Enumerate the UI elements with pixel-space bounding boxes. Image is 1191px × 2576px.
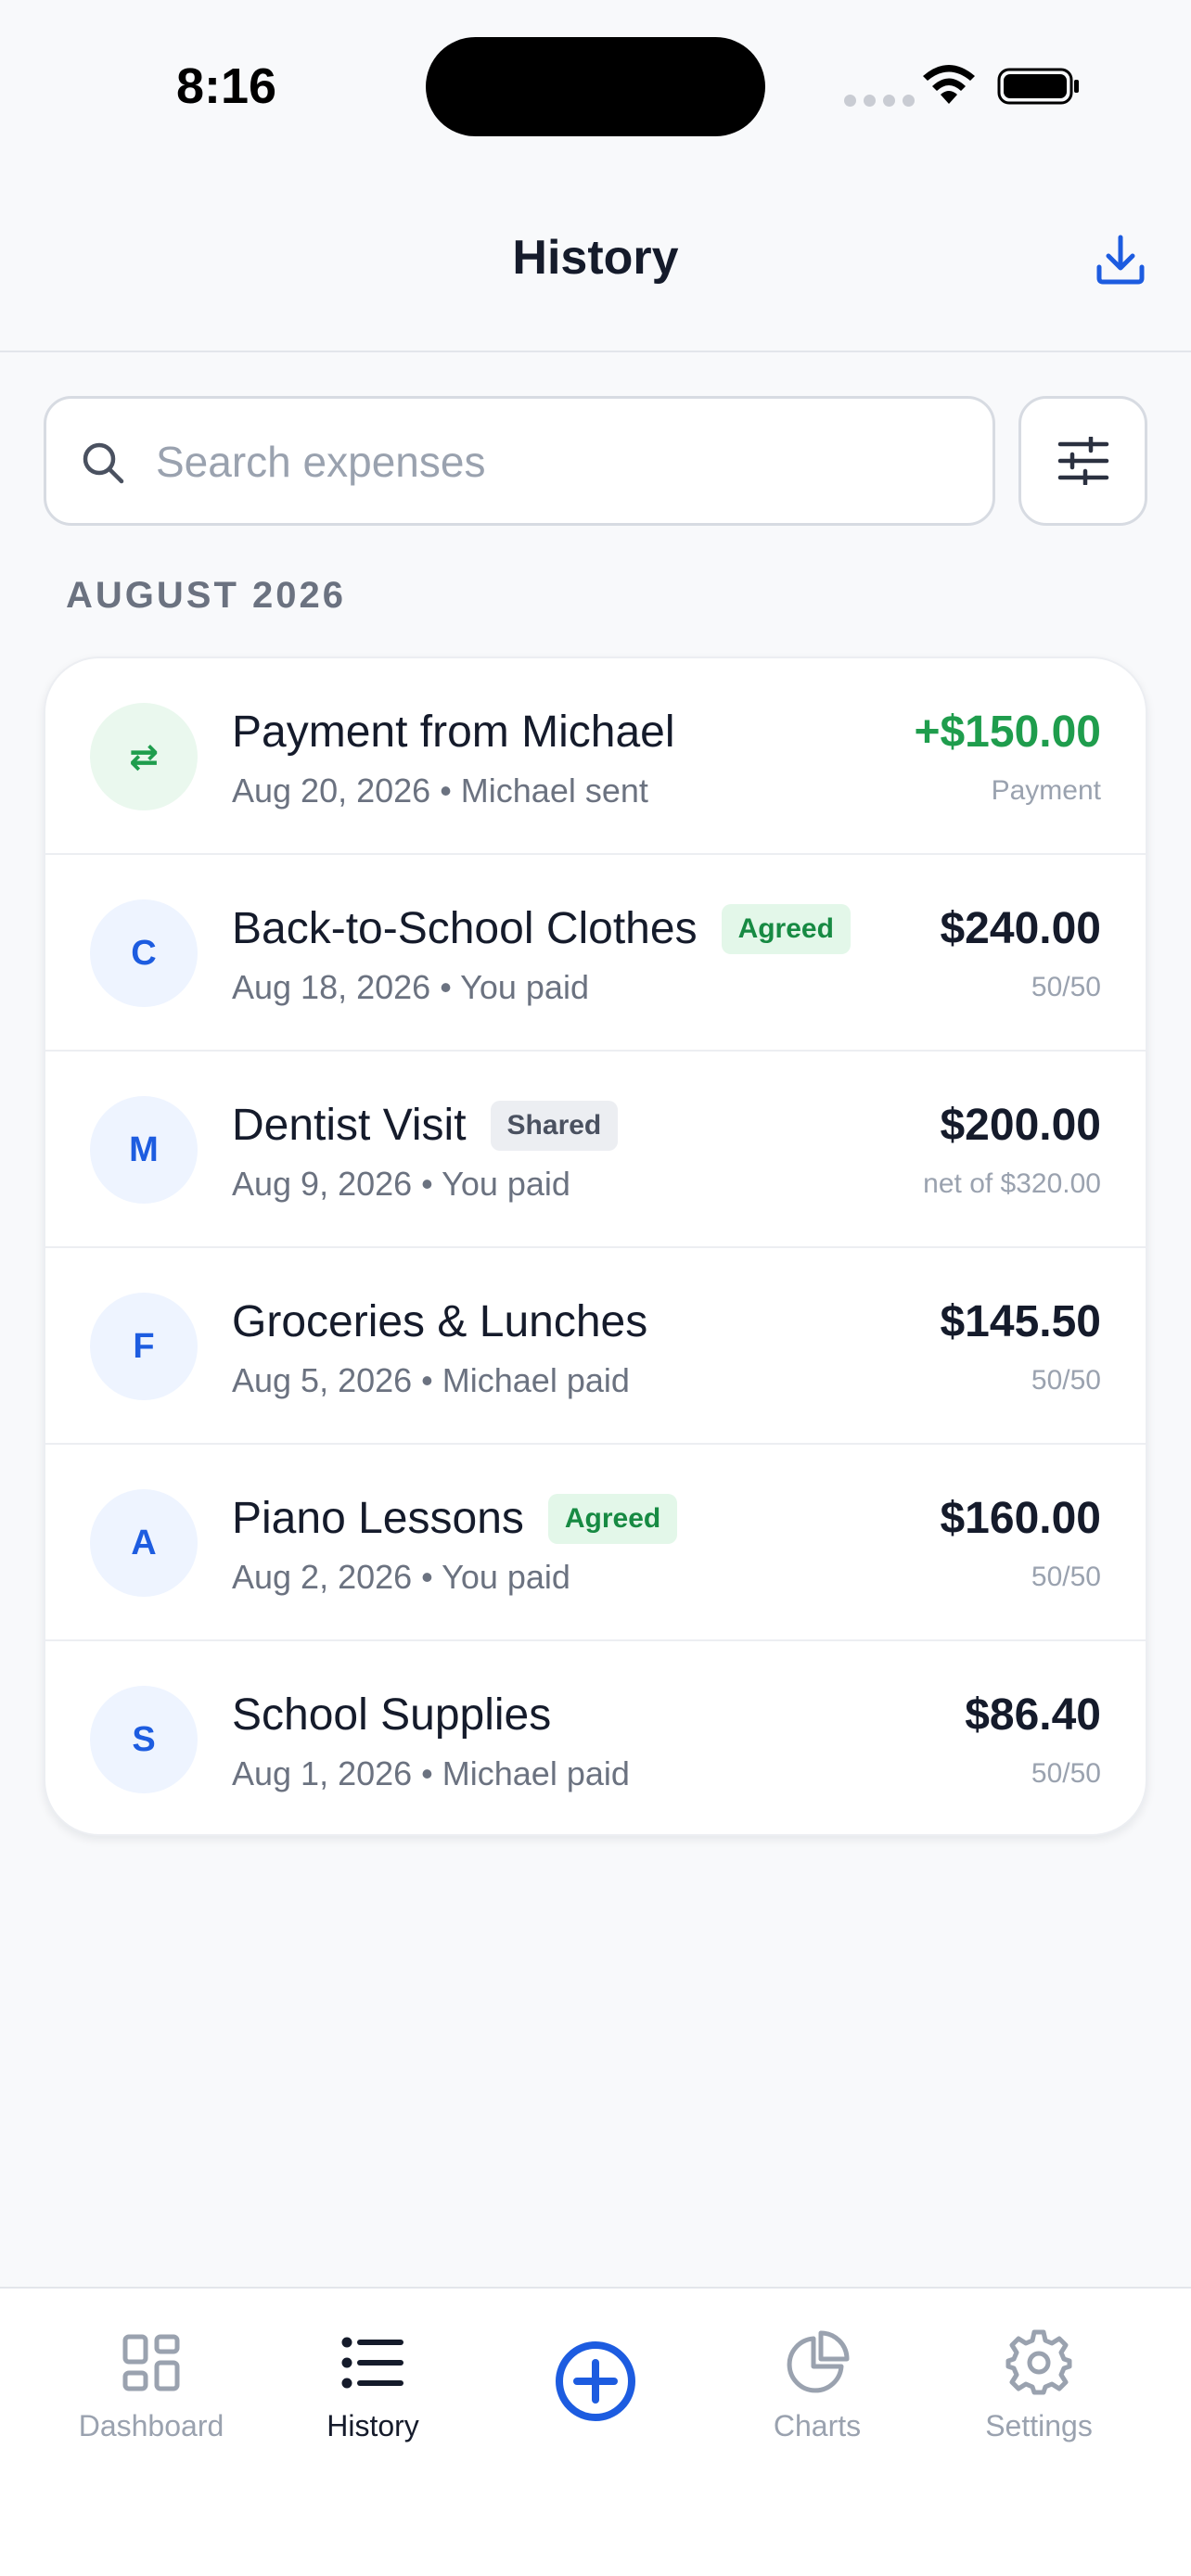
item-title: Back-to-School Clothes <box>232 904 698 953</box>
item-amount: $240.00 <box>940 904 1101 953</box>
month-section-header: AUGUST 2026 <box>66 575 346 616</box>
list-item[interactable]: M Dentist Visit Shared Aug 9, 2026 • You… <box>45 1052 1146 1248</box>
status-badge: Agreed <box>721 903 851 954</box>
item-amount: $160.00 <box>940 1494 1101 1543</box>
item-subtitle: Aug 18, 2026 • You paid <box>232 968 589 1006</box>
tab-label: Settings <box>985 2409 1093 2442</box>
item-amount: $145.50 <box>940 1297 1101 1346</box>
tab-label: Charts <box>773 2409 862 2442</box>
sliders-icon <box>1057 437 1108 485</box>
battery-icon <box>997 68 1079 105</box>
item-amount: $200.00 <box>940 1101 1101 1150</box>
status-bar: 8:16 <box>0 0 1191 176</box>
search-icon <box>83 442 124 484</box>
item-title: Piano Lessons <box>232 1494 524 1543</box>
pie-chart-icon <box>787 2330 850 2393</box>
search-bar[interactable] <box>44 396 995 526</box>
list-item[interactable]: C Back-to-School Clothes Agreed Aug 18, … <box>45 855 1146 1052</box>
item-split-note: net of $320.00 <box>923 1168 1101 1199</box>
item-split-note: 50/50 <box>1031 1562 1101 1592</box>
list-item[interactable]: S School Supplies Aug 1, 2026 • Michael … <box>45 1641 1146 1834</box>
cellular-signal-icon <box>844 95 915 107</box>
avatar: S <box>90 1686 198 1793</box>
item-amount: $86.40 <box>965 1690 1101 1740</box>
item-split-note: 50/50 <box>1031 1758 1101 1789</box>
item-split-note: 50/50 <box>1031 972 1101 1002</box>
tab-history[interactable]: History <box>271 2329 475 2450</box>
item-title: Groceries & Lunches <box>232 1297 648 1346</box>
item-subtitle: Aug 20, 2026 • Michael sent <box>232 772 648 810</box>
list-icon <box>341 2337 403 2389</box>
tab-label: Dashboard <box>78 2409 224 2442</box>
status-badge: Shared <box>490 1100 619 1151</box>
item-amount: +$150.00 <box>914 708 1101 757</box>
tab-settings[interactable]: Settings <box>937 2329 1141 2450</box>
item-subtitle: Aug 5, 2026 • Michael paid <box>232 1361 630 1399</box>
item-subtitle: Aug 1, 2026 • Michael paid <box>232 1754 630 1792</box>
grid-icon <box>122 2334 180 2391</box>
download-icon[interactable] <box>1093 232 1148 287</box>
list-item[interactable]: ⇄ Payment from Michael Aug 20, 2026 • Mi… <box>45 658 1146 855</box>
wifi-icon <box>923 65 975 104</box>
gear-icon <box>1005 2329 1072 2395</box>
item-title: Payment from Michael <box>232 708 675 757</box>
item-subtitle: Aug 9, 2026 • You paid <box>232 1165 570 1203</box>
dynamic-island <box>426 37 765 136</box>
tab-label: History <box>327 2409 419 2442</box>
status-time: 8:16 <box>176 58 277 114</box>
filter-button[interactable] <box>1018 396 1147 526</box>
list-item[interactable]: F Groceries & Lunches Aug 5, 2026 • Mich… <box>45 1248 1146 1445</box>
transfer-icon: ⇄ <box>90 703 198 810</box>
tab-charts[interactable]: Charts <box>715 2329 919 2450</box>
search-input[interactable] <box>156 427 954 497</box>
item-split-note: Payment <box>991 775 1101 806</box>
transactions-list: ⇄ Payment from Michael Aug 20, 2026 • Mi… <box>44 657 1147 1836</box>
item-title: School Supplies <box>232 1690 552 1740</box>
page-title: History <box>512 231 679 285</box>
tab-bar: Dashboard History Charts Settings <box>0 2287 1191 2576</box>
avatar: F <box>90 1293 198 1400</box>
add-circle-icon[interactable] <box>554 2340 637 2423</box>
tab-dashboard[interactable]: Dashboard <box>49 2329 253 2450</box>
list-item[interactable]: A Piano Lessons Agreed Aug 2, 2026 • You… <box>45 1445 1146 1641</box>
avatar: M <box>90 1096 198 1204</box>
nav-header: History <box>0 176 1191 352</box>
item-title: Dentist Visit <box>232 1101 467 1150</box>
avatar: A <box>90 1489 198 1597</box>
item-split-note: 50/50 <box>1031 1365 1101 1396</box>
avatar: C <box>90 899 198 1007</box>
item-subtitle: Aug 2, 2026 • You paid <box>232 1558 570 1596</box>
status-badge: Agreed <box>547 1493 678 1544</box>
